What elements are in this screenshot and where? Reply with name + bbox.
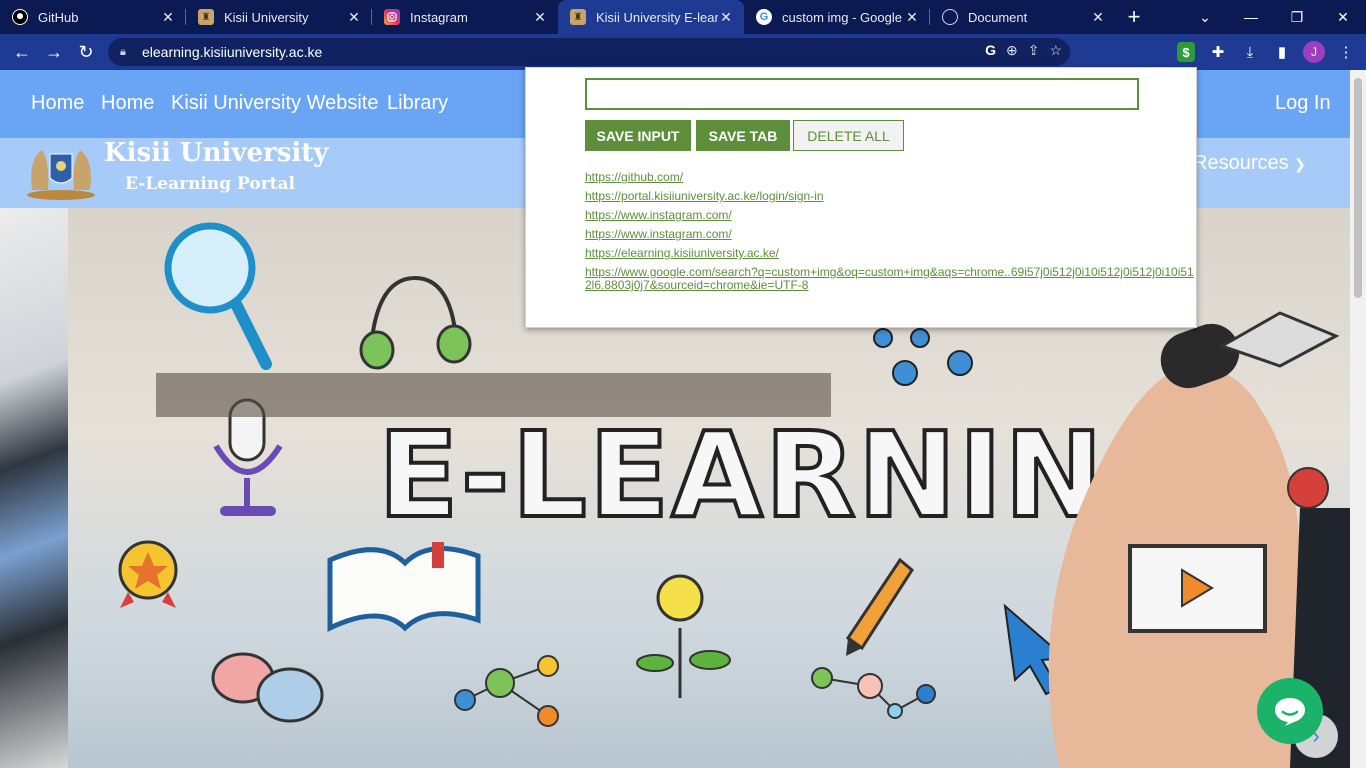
zoom-icon[interactable]: ⊕: [1006, 42, 1018, 59]
nav-link-home[interactable]: Home: [31, 92, 84, 115]
tab-title: Instagram: [410, 9, 468, 25]
university-crest-logo[interactable]: [22, 140, 100, 202]
brand-title: Kisii University: [104, 138, 329, 168]
nav-link-library[interactable]: Library: [387, 92, 448, 115]
back-icon[interactable]: ←: [6, 36, 38, 68]
tab-document[interactable]: Document ✕: [930, 0, 1116, 34]
close-icon[interactable]: ✕: [532, 9, 548, 26]
saved-link[interactable]: https://portal.kisiiuniversity.ac.ke/log…: [585, 190, 1195, 203]
graduation-cap-icon: [1218, 311, 1340, 368]
tab-title: Kisii University: [224, 9, 309, 25]
resources-menu[interactable]: Resources ❯: [1193, 152, 1306, 175]
page-scrollbar[interactable]: [1350, 70, 1366, 768]
side-panel-icon[interactable]: ▮: [1266, 38, 1298, 66]
chat-widget-button[interactable]: [1257, 678, 1323, 744]
extensions-puzzle-icon[interactable]: ✚: [1202, 38, 1234, 66]
delete-all-button[interactable]: DELETE ALL: [793, 120, 904, 151]
download-icon[interactable]: ⤓: [1234, 38, 1266, 66]
saved-link[interactable]: https://www.instagram.com/: [585, 209, 1195, 222]
extension-popup: SAVE INPUT SAVE TAB DELETE ALL https://g…: [525, 67, 1197, 328]
close-icon[interactable]: ✕: [718, 9, 734, 26]
close-icon[interactable]: ✕: [1090, 9, 1106, 26]
login-link[interactable]: Log In: [1275, 92, 1331, 115]
nav-link-university-website[interactable]: Kisii University Website: [171, 92, 378, 115]
book-icon: [327, 542, 481, 632]
address-bar[interactable]: 🔒︎ elearning.kisiiuniversity.ac.ke G ⊕ ⇪…: [108, 38, 1070, 66]
tab-kisii-university[interactable]: ♜ Kisii University ✕: [186, 0, 372, 34]
google-lens-icon[interactable]: G: [985, 42, 996, 59]
magnifier-icon: [164, 222, 272, 370]
saved-link[interactable]: https://github.com/: [585, 171, 1195, 184]
dollar-extension-icon[interactable]: $: [1170, 38, 1202, 66]
close-icon[interactable]: ✕: [904, 9, 920, 26]
chat-bubble-icon: [1275, 698, 1305, 726]
reload-icon[interactable]: ↻: [70, 36, 102, 68]
close-window-button[interactable]: ✕: [1320, 0, 1366, 34]
google-icon: G: [756, 9, 772, 25]
scrollbar-thumb[interactable]: [1354, 78, 1362, 298]
save-tab-button[interactable]: SAVE TAB: [696, 120, 790, 151]
apple-icon: [1287, 467, 1329, 509]
saved-links-list: https://github.com/ https://portal.kisii…: [585, 171, 1195, 298]
kisii-crest-icon: ♜: [570, 9, 586, 25]
tab-title: Document: [968, 9, 1028, 25]
brand-subtitle: E-Learning Portal: [125, 174, 295, 194]
tab-title: custom img - Google: [782, 9, 902, 25]
window-controls: ⌄ — ❐ ✕: [1182, 0, 1366, 34]
close-icon[interactable]: ✕: [160, 9, 176, 26]
extensions-area: $ ✚ ⤓ ▮ J ⋮: [1170, 38, 1362, 66]
bookmark-star-icon[interactable]: ☆: [1049, 42, 1062, 59]
profile-avatar[interactable]: J: [1298, 38, 1330, 66]
chat-bubbles-icon: [211, 652, 324, 723]
nav-link-home-2[interactable]: Home: [101, 92, 154, 115]
tab-title: GitHub: [38, 9, 79, 25]
tab-instagram[interactable]: Instagram ✕: [372, 0, 558, 34]
github-icon: [12, 9, 28, 25]
video-player-icon: [1128, 544, 1267, 633]
instagram-icon: [384, 9, 400, 25]
headphones-icon: [359, 275, 472, 370]
tab-github[interactable]: GitHub ✕: [0, 0, 186, 34]
tab-search-icon[interactable]: ⌄: [1182, 0, 1228, 34]
share-icon[interactable]: ⇪: [1028, 42, 1040, 59]
chevron-down-icon: ❯: [1294, 156, 1306, 172]
hero-caption-banner: [156, 373, 831, 417]
award-badge-icon: [118, 540, 178, 608]
save-input-button[interactable]: SAVE INPUT: [585, 120, 691, 151]
resources-label: Resources: [1193, 152, 1289, 174]
kisii-crest-icon: ♜: [198, 9, 214, 25]
saved-link[interactable]: https://elearning.kisiiuniversity.ac.ke/: [585, 247, 1195, 260]
restore-button[interactable]: ❐: [1274, 0, 1320, 34]
new-tab-button[interactable]: +: [1116, 0, 1152, 34]
pencil-icon: [845, 557, 914, 656]
more-menu-icon[interactable]: ⋮: [1330, 38, 1362, 66]
browser-tab-bar: GitHub ✕ ♜ Kisii University ✕ Instagram …: [0, 0, 1366, 34]
lock-icon: 🔒︎: [120, 45, 126, 58]
tab-kisii-elearning[interactable]: ♜ Kisii University E-learn ✕: [558, 0, 744, 34]
tab-title: Kisii University E-learn: [596, 9, 718, 25]
saved-link[interactable]: https://www.google.com/search?q=custom+i…: [585, 266, 1197, 292]
close-icon[interactable]: ✕: [346, 9, 362, 26]
saved-link[interactable]: https://www.instagram.com/: [585, 228, 1195, 241]
url-text: elearning.kisiiuniversity.ac.ke: [142, 44, 323, 60]
forward-icon[interactable]: →: [38, 36, 70, 68]
microphone-icon: [213, 398, 283, 516]
tab-google-search[interactable]: G custom img - Google ✕: [744, 0, 930, 34]
globe-icon: [942, 9, 958, 25]
network-icon: [873, 328, 973, 386]
link-input[interactable]: [585, 78, 1139, 110]
minimize-button[interactable]: —: [1228, 0, 1274, 34]
lightbulb-icon: [636, 574, 731, 698]
